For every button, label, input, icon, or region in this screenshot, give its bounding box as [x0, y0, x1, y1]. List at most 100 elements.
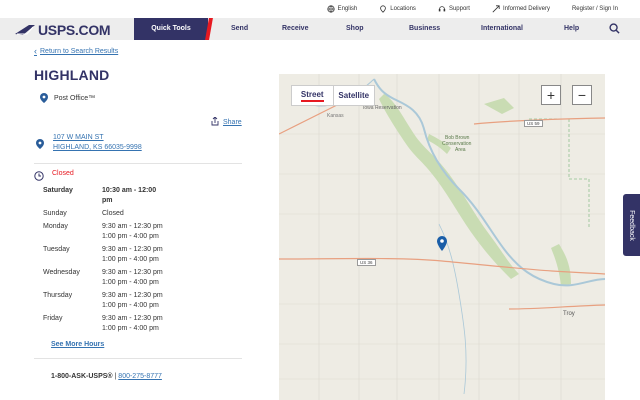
- hours-time-line2: 1:00 pm - 4:00 pm: [102, 325, 159, 332]
- street-label: Street: [300, 90, 324, 102]
- facility-type-label: Post Office™: [54, 94, 96, 102]
- nav-international[interactable]: International: [481, 18, 523, 40]
- map-type-street[interactable]: Street: [292, 86, 334, 105]
- hours-time-line2: 1:00 pm - 4:00 pm: [102, 279, 159, 286]
- zoom-in-button[interactable]: +: [541, 85, 561, 105]
- chevron-left-icon: ‹: [34, 46, 37, 56]
- hours-times: 9:30 am - 12:30 pm 1:00 pm - 4:00 pm: [102, 222, 163, 245]
- share-icon: [211, 117, 219, 126]
- informed-delivery-label: Informed Delivery: [502, 6, 550, 12]
- hours-time-line1: 10:30 am - 12:00: [102, 187, 157, 194]
- support-label: Support: [448, 6, 470, 12]
- map-marker-icon[interactable]: [437, 236, 447, 251]
- hours-time-line1: 9:30 am - 12:30 pm: [102, 315, 163, 322]
- hours-time-line1: 9:30 am - 12:30 pm: [102, 292, 163, 299]
- feedback-tab[interactable]: Feedback: [623, 194, 640, 256]
- hours-table: Saturday 10:30 am - 12:00 pm Sunday Closed Mo…: [43, 186, 163, 337]
- hours-day: Sunday: [43, 210, 67, 217]
- feedback-label: Feedback: [628, 209, 635, 241]
- hours-day: Wednesday: [43, 269, 80, 276]
- location-pin-icon: [36, 139, 44, 149]
- language-link[interactable]: English: [326, 5, 358, 13]
- hours-times: 9:30 am - 12:30 pm 1:00 pm - 4:00 pm: [102, 268, 163, 291]
- phone-label: 1-800-ASK-USPS®: [51, 373, 113, 380]
- informed-delivery-icon: [492, 5, 500, 13]
- hours-time-line2: pm: [102, 197, 113, 204]
- facility-type: Post Office™: [34, 93, 242, 103]
- divider: [34, 358, 242, 359]
- location-details: ‹ Return to Search Results HIGHLAND Post…: [34, 46, 242, 380]
- hours-row: Saturday 10:30 am - 12:00 pm: [43, 186, 163, 209]
- hours-day: Thursday: [43, 292, 73, 299]
- hours-day: Saturday: [43, 187, 73, 194]
- nav-send[interactable]: Send: [231, 18, 248, 40]
- open-status: Closed: [52, 170, 74, 177]
- map-label-area: Area: [455, 147, 466, 153]
- address-link[interactable]: 107 W MAIN ST HIGHLAND, KS 66035-9998: [53, 133, 142, 153]
- hours-time-line2: 1:00 pm - 4:00 pm: [102, 302, 159, 309]
- highway-shield-us36: US 36: [357, 259, 376, 266]
- hours-time-line2: 1:00 pm - 4:00 pm: [102, 256, 159, 263]
- address-line2: HIGHLAND, KS 66035-9998: [53, 144, 142, 151]
- nav-quick-tools[interactable]: Quick Tools: [134, 18, 208, 40]
- language-label: English: [337, 6, 358, 12]
- hours-row: Tuesday 9:30 am - 12:30 pm 1:00 pm - 4:00 …: [43, 245, 163, 268]
- return-link[interactable]: ‹ Return to Search Results: [34, 46, 242, 56]
- hours-time-line2: 1:00 pm - 4:00 pm: [102, 233, 159, 240]
- nav-business[interactable]: Business: [409, 18, 440, 40]
- hours-time-line1: 9:30 am - 12:30 pm: [102, 223, 163, 230]
- locations-label: Locations: [390, 6, 416, 12]
- hours-time-line1: 9:30 am - 12:30 pm: [102, 246, 163, 253]
- register-label: Register / Sign In: [571, 6, 618, 12]
- location-pin-icon: [380, 5, 387, 13]
- map-label-kansas: Kansas: [327, 113, 344, 119]
- map-label-troy: Troy: [563, 311, 575, 317]
- divider: [34, 163, 242, 164]
- location-map[interactable]: Iowa Reservation Kansas Bob Brown Conser…: [279, 74, 605, 400]
- phone-number-link[interactable]: 800-275-8777: [118, 373, 162, 380]
- eagle-logo-icon: [15, 25, 35, 35]
- share-label: Share: [223, 119, 242, 126]
- return-link-label: Return to Search Results: [40, 48, 119, 55]
- hours-row: Sunday Closed: [43, 209, 163, 222]
- satellite-label: Satellite: [338, 91, 370, 100]
- locations-link[interactable]: Locations: [379, 5, 416, 13]
- support-icon: [438, 6, 446, 12]
- hours-section: Closed Saturday 10:30 am - 12:00 pm Sunday C…: [34, 170, 242, 337]
- clock-icon: [34, 171, 44, 181]
- register-sign-in-link[interactable]: Register / Sign In: [572, 6, 618, 12]
- hours-times: 9:30 am - 12:30 pm 1:00 pm - 4:00 pm: [102, 291, 163, 314]
- hours-day: Friday: [43, 315, 63, 322]
- brand-name: USPS.COM: [38, 22, 111, 38]
- zoom-out-button[interactable]: −: [572, 85, 592, 105]
- nav-shop[interactable]: Shop: [346, 18, 364, 40]
- phone-contact: 1-800-ASK-USPS® | 800-275-8777: [51, 373, 242, 380]
- address-line1: 107 W MAIN ST: [53, 134, 104, 141]
- utility-bar: English Locations Support Informed Deliv…: [0, 0, 640, 18]
- hours-row: Thursday 9:30 am - 12:30 pm 1:00 pm - 4:00…: [43, 291, 163, 314]
- share-link[interactable]: Share: [211, 117, 242, 126]
- globe-icon: [326, 5, 335, 13]
- informed-delivery-link[interactable]: Informed Delivery: [492, 5, 550, 13]
- nav-help[interactable]: Help: [564, 18, 579, 40]
- hours-time-line1: 9:30 am - 12:30 pm: [102, 269, 163, 276]
- hours-times: Closed: [102, 209, 163, 222]
- nav-receive[interactable]: Receive: [282, 18, 308, 40]
- map-type-toggle: Street Satellite: [291, 85, 375, 106]
- map-type-satellite[interactable]: Satellite: [334, 86, 375, 105]
- usps-logo[interactable]: USPS.COM: [15, 22, 111, 38]
- hours-day: Monday: [43, 223, 68, 230]
- search-icon[interactable]: [609, 23, 620, 34]
- hours-times: 10:30 am - 12:00 pm: [102, 186, 163, 209]
- support-link[interactable]: Support: [438, 5, 470, 13]
- highway-shield-us59: US 59: [524, 120, 543, 127]
- hours-row: Monday 9:30 am - 12:30 pm 1:00 pm - 4:00 p…: [43, 222, 163, 245]
- hours-times: 9:30 am - 12:30 pm 1:00 pm - 4:00 pm: [102, 245, 163, 268]
- see-more-hours-link[interactable]: See More Hours: [51, 341, 242, 348]
- hours-day: Tuesday: [43, 246, 70, 253]
- map-pin-icon: [40, 93, 48, 103]
- main-nav: USPS.COM Quick Tools Send Receive Shop B…: [0, 18, 640, 40]
- address-block: 107 W MAIN ST HIGHLAND, KS 66035-9998: [34, 133, 242, 153]
- hours-times: 9:30 am - 12:30 pm 1:00 pm - 4:00 pm: [102, 314, 163, 337]
- page-title: HIGHLAND: [34, 67, 110, 83]
